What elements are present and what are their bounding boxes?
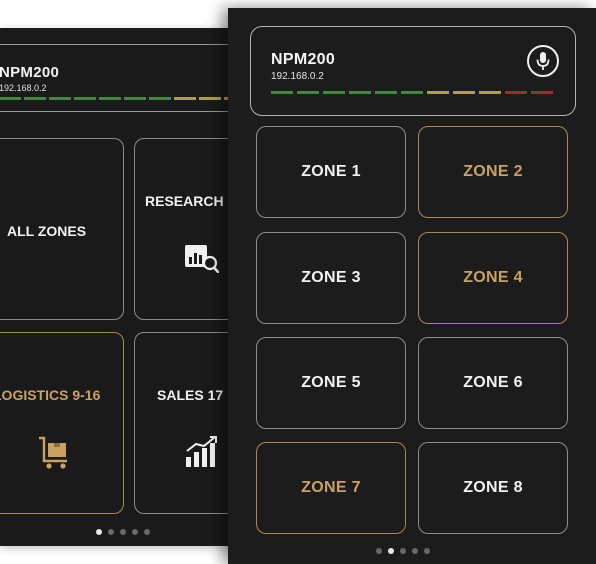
zone-7-button[interactable]: ZONE 7 — [256, 442, 406, 534]
tile-label: SALES 17 — [157, 387, 224, 403]
back-panel-screen: NPM200 192.168.0.2 ALL ZONES RESEARCH LO… — [0, 28, 236, 546]
zone-1-button[interactable]: ZONE 1 — [256, 126, 406, 218]
page-dot-4[interactable] — [412, 548, 418, 554]
tile-research[interactable]: RESEARCH — [134, 138, 236, 320]
page-dot-2[interactable] — [108, 529, 114, 535]
growth-chart-icon — [185, 435, 219, 474]
page-indicator[interactable] — [96, 529, 150, 535]
front-device-header[interactable]: NPM200 192.168.0.2 — [250, 26, 576, 116]
zone-label: ZONE 2 — [463, 163, 523, 180]
level-meter — [271, 91, 553, 94]
page-dot-4[interactable] — [132, 529, 138, 535]
device-name: NPM200 — [271, 51, 336, 68]
zone-label: ZONE 7 — [301, 479, 361, 496]
tile-label: LOGISTICS 9-16 — [0, 387, 101, 403]
page-dot-2[interactable] — [388, 548, 394, 554]
back-device-header[interactable]: NPM200 192.168.0.2 — [0, 44, 236, 112]
cart-icon — [37, 435, 71, 476]
zone-label: ZONE 3 — [301, 269, 361, 286]
device-ip: 192.168.0.2 — [271, 71, 324, 82]
report-search-icon — [185, 243, 220, 278]
device-ip: 192.168.0.2 — [0, 83, 47, 93]
page-dot-5[interactable] — [424, 548, 430, 554]
zone-6-button[interactable]: ZONE 6 — [418, 337, 568, 429]
zone-label: ZONE 4 — [463, 269, 523, 286]
zone-label: ZONE 8 — [463, 479, 523, 496]
tile-sales[interactable]: SALES 17 — [134, 332, 236, 514]
zone-4-button[interactable]: ZONE 4 — [418, 232, 568, 324]
tile-logistics[interactable]: LOGISTICS 9-16 — [0, 332, 124, 514]
tile-label: RESEARCH — [145, 193, 224, 209]
page-dot-3[interactable] — [400, 548, 406, 554]
page-indicator[interactable] — [376, 548, 430, 554]
front-panel-screen: NPM200 192.168.0.2 ZONE 1 ZONE 2 ZONE 3 … — [228, 8, 596, 564]
microphone-button[interactable] — [527, 45, 559, 77]
page-dot-1[interactable] — [376, 548, 382, 554]
zone-label: ZONE 1 — [301, 163, 361, 180]
page-dot-1[interactable] — [96, 529, 102, 535]
page-dot-3[interactable] — [120, 529, 126, 535]
tile-all-zones[interactable]: ALL ZONES — [0, 138, 124, 320]
level-meter — [0, 97, 236, 100]
zone-3-button[interactable]: ZONE 3 — [256, 232, 406, 324]
zone-label: ZONE 5 — [301, 374, 361, 391]
zone-5-button[interactable]: ZONE 5 — [256, 337, 406, 429]
device-name: NPM200 — [0, 64, 60, 81]
tile-label: ALL ZONES — [7, 223, 87, 239]
zone-label: ZONE 6 — [463, 374, 523, 391]
zone-8-button[interactable]: ZONE 8 — [418, 442, 568, 534]
page-dot-5[interactable] — [144, 529, 150, 535]
microphone-icon — [536, 52, 550, 70]
zone-2-button[interactable]: ZONE 2 — [418, 126, 568, 218]
app-stage: NPM200 192.168.0.2 ALL ZONES RESEARCH LO… — [0, 0, 596, 564]
